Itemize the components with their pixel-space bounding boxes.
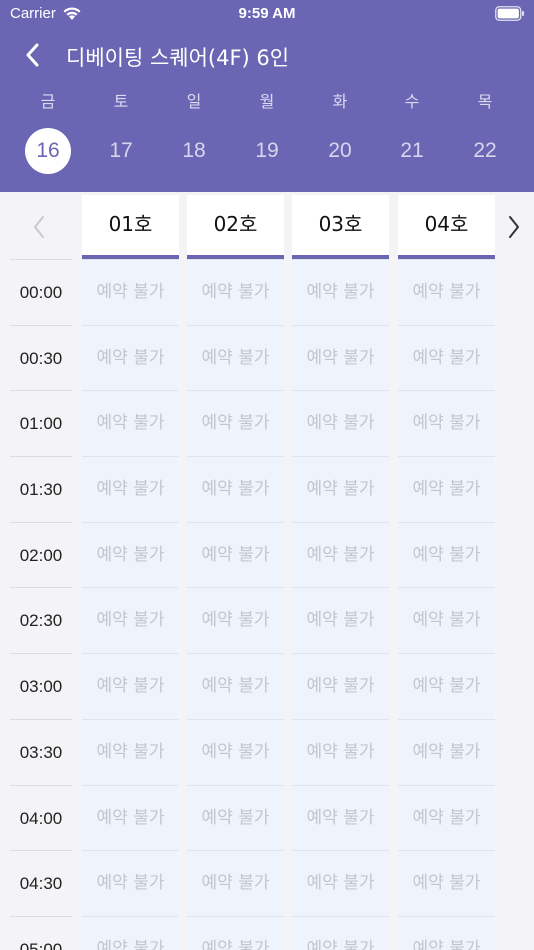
time-slot-cell[interactable]: 예약 불가	[187, 718, 284, 785]
weekday-label: 목	[477, 92, 493, 111]
time-slot-cell[interactable]: 예약 불가	[292, 653, 389, 719]
time-slot-cell[interactable]: 예약 불가	[82, 324, 179, 391]
room-column: 예약 불가 예약 불가 예약 불가 예약 불가 예약 불가 예약 불가 예약 불가 예약 불가…	[187, 259, 284, 950]
time-label: 00:30	[10, 324, 72, 391]
time-slot-cell[interactable]: 예약 불가	[82, 784, 179, 851]
time-slot-cell[interactable]: 예약 불가	[187, 653, 284, 719]
time-label: 04:30	[10, 850, 72, 916]
time-slot-cell[interactable]: 예약 불가	[187, 915, 284, 950]
time-slot-cell[interactable]: 예약 불가	[292, 718, 389, 785]
date-button[interactable]: 20	[317, 128, 363, 174]
time-slot-cell[interactable]: 예약 불가	[398, 850, 495, 916]
time-slot-cell[interactable]: 예약 불가	[187, 259, 284, 325]
weekday-label: 수	[404, 92, 420, 111]
battery-icon	[495, 6, 524, 21]
time-slot-cell[interactable]: 예약 불가	[292, 915, 389, 950]
room-column: 예약 불가 예약 불가 예약 불가 예약 불가 예약 불가 예약 불가 예약 불가 예약 불가…	[398, 259, 495, 950]
date-button[interactable]: 21	[389, 128, 435, 174]
time-label: 05:00	[10, 915, 72, 950]
header: Carrier 9:59 AM 디베이팅 스퀘어(4F) 6인 금토일월화수목 …	[0, 0, 534, 192]
time-slot-cell[interactable]: 예약 불가	[398, 324, 495, 391]
time-slot-cell[interactable]: 예약 불가	[187, 521, 284, 588]
time-slot-cell[interactable]: 예약 불가	[398, 718, 495, 785]
time-label: 03:00	[10, 653, 72, 719]
time-slot-cell[interactable]: 예약 불가	[187, 324, 284, 391]
time-label: 01:30	[10, 456, 72, 522]
room-tab[interactable]: 01호	[82, 195, 179, 259]
weekday-row: 금토일월화수목	[0, 88, 534, 112]
time-slot-cell[interactable]: 예약 불가	[292, 521, 389, 588]
time-slot-cell[interactable]: 예약 불가	[292, 259, 389, 325]
time-slot-cell[interactable]: 예약 불가	[398, 456, 495, 522]
date-button[interactable]: 16	[25, 128, 71, 174]
room-column: 예약 불가 예약 불가 예약 불가 예약 불가 예약 불가 예약 불가 예약 불가 예약 불가…	[82, 259, 179, 950]
time-slot-cell[interactable]: 예약 불가	[398, 653, 495, 719]
date-button[interactable]: 22	[462, 128, 508, 174]
time-label: 02:30	[10, 587, 72, 653]
date-button[interactable]: 17	[98, 128, 144, 174]
room-tab[interactable]: 03호	[292, 195, 389, 259]
weekday-label: 일	[186, 92, 202, 111]
time-slot-cell[interactable]: 예약 불가	[82, 915, 179, 950]
time-slot-cell[interactable]: 예약 불가	[82, 587, 179, 654]
status-bar: Carrier 9:59 AM	[0, 0, 534, 30]
time-slot-cell[interactable]: 예약 불가	[292, 587, 389, 654]
time-slot-cell[interactable]: 예약 불가	[398, 587, 495, 654]
time-slot-cell[interactable]: 예약 불가	[187, 587, 284, 654]
time-label: 01:00	[10, 390, 72, 456]
chevron-left-icon[interactable]	[22, 41, 44, 69]
time-slot-cell[interactable]: 예약 불가	[82, 521, 179, 588]
room-column: 예약 불가 예약 불가 예약 불가 예약 불가 예약 불가 예약 불가 예약 불가 예약 불가…	[292, 259, 389, 950]
time-label: 00:00	[10, 259, 72, 325]
time-label: 03:30	[10, 718, 72, 785]
reservation-grid: 01호 02호 03호 04호 00:00 00:30 01:00 01:30 02:00 02…	[0, 192, 534, 950]
time-slot-cell[interactable]: 예약 불가	[82, 653, 179, 719]
time-slot-cell[interactable]: 예약 불가	[398, 390, 495, 457]
time-slot-cell[interactable]: 예약 불가	[292, 390, 389, 457]
date-button[interactable]: 19	[244, 128, 290, 174]
date-row: 16 17 18 19 20 21 22	[0, 128, 534, 176]
time-slot-cell[interactable]: 예약 불가	[292, 324, 389, 391]
weekday-label: 화	[332, 92, 348, 111]
time-slot-cell[interactable]: 예약 불가	[187, 456, 284, 522]
time-slot-cell[interactable]: 예약 불가	[292, 784, 389, 851]
time-label: 04:00	[10, 784, 72, 851]
weekday-label: 금	[40, 92, 56, 111]
time-slot-cell[interactable]: 예약 불가	[82, 259, 179, 325]
time-slot-cell[interactable]: 예약 불가	[292, 850, 389, 916]
date-button[interactable]: 18	[171, 128, 217, 174]
time-slot-cell[interactable]: 예약 불가	[187, 784, 284, 851]
time-label: 02:00	[10, 521, 72, 588]
time-slot-cell[interactable]: 예약 불가	[398, 259, 495, 325]
nav-bar: 디베이팅 스퀘어(4F) 6인	[0, 36, 534, 74]
time-slot-cell[interactable]: 예약 불가	[187, 850, 284, 916]
time-slot-cell[interactable]: 예약 불가	[82, 718, 179, 785]
time-column: 00:00 00:30 01:00 01:30 02:00 02:30 03:00 03:30…	[10, 259, 72, 950]
room-tab[interactable]: 02호	[187, 195, 284, 259]
chevron-right-icon[interactable]	[506, 214, 522, 240]
time-slot-cell[interactable]: 예약 불가	[82, 850, 179, 916]
time-slot-cell[interactable]: 예약 불가	[398, 521, 495, 588]
time-slot-cell[interactable]: 예약 불가	[292, 456, 389, 522]
time-slot-cell[interactable]: 예약 불가	[398, 915, 495, 950]
status-time: 9:59 AM	[238, 5, 296, 22]
page-title: 디베이팅 스퀘어(4F) 6인	[66, 46, 290, 70]
time-slot-cell[interactable]: 예약 불가	[82, 390, 179, 457]
room-tab[interactable]: 04호	[398, 195, 495, 259]
chevron-left-icon[interactable]	[31, 214, 47, 240]
time-slot-cell[interactable]: 예약 불가	[82, 456, 179, 522]
weekday-label: 토	[113, 92, 129, 111]
time-slot-cell[interactable]: 예약 불가	[398, 784, 495, 851]
weekday-label: 월	[259, 92, 275, 111]
time-slot-cell[interactable]: 예약 불가	[187, 390, 284, 457]
